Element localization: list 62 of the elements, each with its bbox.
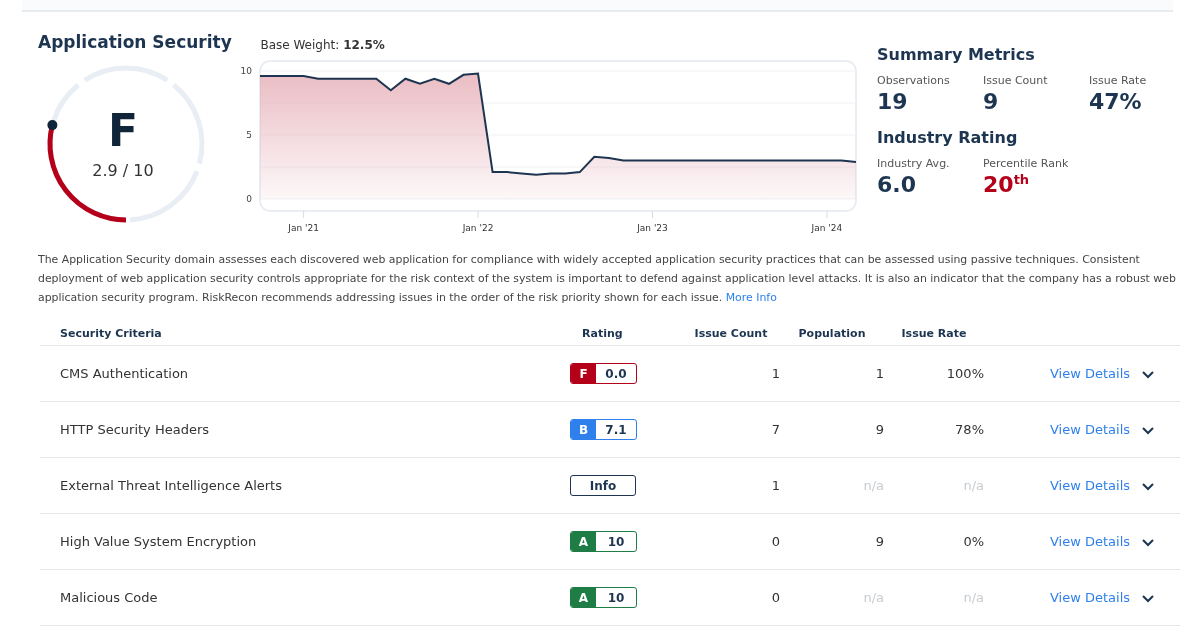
base-weight-text: Base Weight: 12.5% — [260, 38, 386, 52]
issue-count: 1 — [771, 366, 780, 381]
view-details-link[interactable]: View Details — [1050, 534, 1131, 549]
more-info-link[interactable]: More Info — [725, 291, 777, 304]
view-details-link[interactable]: View Details — [1050, 366, 1131, 381]
x-tick-label: Jan '22 — [463, 223, 494, 233]
y-tick-label: 5 — [246, 130, 253, 140]
chevron-down-icon[interactable] — [1142, 426, 1155, 435]
column-header: Issue Count — [682, 321, 780, 346]
population-value: 9 — [875, 534, 884, 549]
chevron-down-icon[interactable] — [1142, 538, 1155, 547]
metric-label: Industry Avg. — [877, 157, 951, 170]
chevron-down-icon[interactable] — [1142, 370, 1155, 379]
description-text: The Application Security domain assesses each discovered web application for compliance with widely accepted application security practices that can be assessed using passive techniques. Consistent deployment of web application security controls appropriate for the risk context of the system is important to defend against application level attacks. It is also an indicator that the company has a robust web application security program. RiskRecon recommends addressing issues in the order of the risk priority shown for each issue. More Info — [38, 252, 1177, 306]
column-header: Rating — [570, 321, 682, 346]
rating-badge: B 7.1 — [570, 419, 637, 440]
metric-value: 20$^{th}$ — [983, 172, 1031, 198]
issue-rate-value: 0% — [963, 534, 984, 549]
column-header: Population — [780, 321, 884, 346]
y-tick-label: 0 — [246, 194, 253, 204]
issue-count: 0 — [771, 534, 780, 549]
population-value: 9 — [875, 422, 884, 437]
population-value: 1 — [875, 366, 884, 381]
info-badge: Info — [570, 475, 636, 496]
x-tick-label: Jan '23 — [637, 223, 669, 233]
grade-letter: F — [107, 108, 139, 153]
section-title: Industry Rating — [877, 128, 1019, 147]
criteria-name: External Threat Intelligence Alerts — [60, 478, 282, 493]
column-header: Security Criteria — [40, 321, 570, 346]
metric-value: 47% — [1089, 89, 1143, 114]
rating-badge: A 10 — [570, 587, 637, 608]
rating-badge: A 10 — [570, 531, 637, 552]
issue-rate-value: 78% — [955, 422, 984, 437]
score-text: 2.9 / 10 — [92, 160, 154, 180]
criteria-name: HTTP Security Headers — [60, 422, 210, 437]
domain-title: Application Security — [38, 32, 233, 52]
issue-count: 7 — [771, 422, 780, 437]
column-header: Issue Rate — [884, 321, 984, 346]
metric-value: 6.0 — [877, 172, 917, 197]
metric-label: Issue Rate — [1089, 74, 1148, 87]
view-details-link[interactable]: View Details — [1050, 422, 1131, 437]
criteria-name: CMS Authentication — [60, 366, 189, 381]
chevron-down-icon[interactable] — [1142, 482, 1155, 491]
gauge-marker — [47, 120, 58, 131]
x-tick-label: Jan '21 — [288, 223, 320, 233]
view-details-link[interactable]: View Details — [1050, 478, 1131, 493]
y-tick-label: 10 — [240, 66, 253, 76]
metric-label: Observations — [877, 74, 951, 87]
criteria-name: Malicious Code — [60, 590, 158, 605]
section-title: Summary Metrics — [877, 45, 1036, 64]
issue-count: 1 — [771, 478, 780, 493]
metric-label: Percentile Rank — [983, 157, 1070, 170]
issue-count: 0 — [771, 590, 780, 605]
metric-label: Issue Count — [983, 74, 1049, 87]
rating-badge: F 0.0 — [570, 363, 637, 384]
issue-rate-value: 100% — [946, 366, 984, 381]
view-details-link[interactable]: View Details — [1050, 590, 1131, 605]
criteria-name: High Value System Encryption — [60, 534, 257, 549]
metric-value: 19 — [877, 89, 909, 114]
chevron-down-icon[interactable] — [1142, 594, 1155, 603]
metric-value: 9 — [983, 89, 1000, 114]
x-tick-label: Jan '24 — [812, 223, 843, 233]
